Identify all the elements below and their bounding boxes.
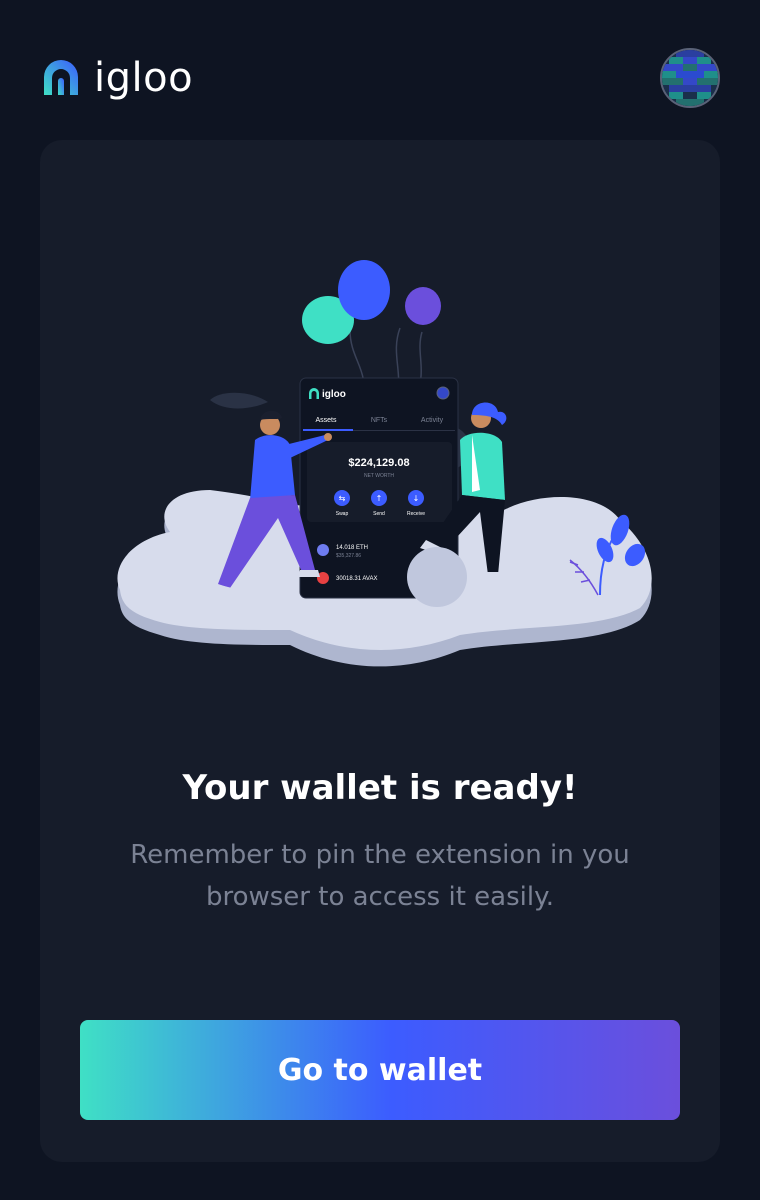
phone-brand: igloo	[322, 389, 346, 400]
account-avatar[interactable]	[660, 48, 720, 108]
svg-text:⇆: ⇆	[339, 494, 346, 503]
go-to-wallet-button[interactable]: Go to wallet	[80, 1020, 680, 1120]
header: igloo	[40, 48, 720, 108]
wallet-ready-card: igloo Assets NFTs Activity $224,129.08 N…	[40, 140, 720, 1162]
phone-tab-nfts: NFTs	[371, 417, 388, 424]
igloo-logo-icon	[44, 60, 78, 95]
phone-asset-eth-usd: $35,327.86	[336, 553, 361, 559]
phone-action-receive: Receive	[407, 511, 425, 517]
phone-asset-avax-amount: 30018.31 AVAX	[336, 576, 377, 582]
phone-tab-activity: Activity	[421, 417, 444, 424]
svg-text:↑: ↑	[376, 494, 383, 503]
page-title: Your wallet is ready!	[182, 768, 578, 808]
phone-net-worth-label: NET WORTH	[364, 473, 394, 479]
brand-logo: igloo	[40, 57, 193, 99]
phone-action-send: Send	[373, 511, 385, 517]
wallet-ready-illustration: igloo Assets NFTs Activity $224,129.08 N…	[117, 260, 652, 667]
balloon-blue	[338, 260, 390, 320]
page-subtitle: Remember to pin the extension in you bro…	[130, 840, 630, 912]
phone-net-worth-value: $224,129.08	[348, 457, 409, 469]
balloon-purple	[405, 287, 441, 325]
phone-action-swap: Swap	[336, 511, 349, 517]
brand-name: igloo	[94, 55, 194, 101]
wallet-ready-page: igloo igloo Assets NFTs Activity $224,12…	[0, 0, 760, 1200]
phone-tab-assets: Assets	[315, 417, 337, 424]
svg-text:↓: ↓	[413, 494, 420, 503]
phone-asset-eth-amount: 14.018 ETH	[336, 545, 368, 551]
